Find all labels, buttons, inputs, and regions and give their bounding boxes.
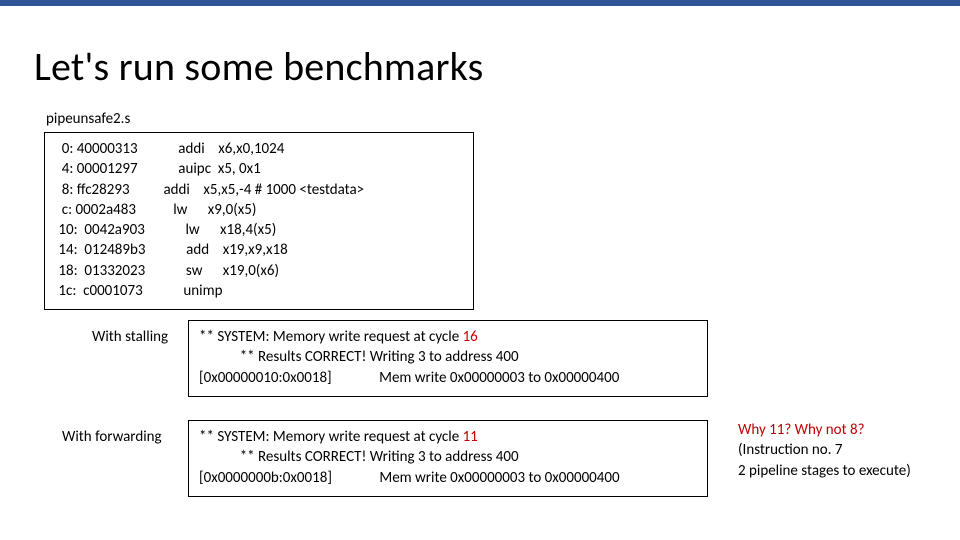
- stalling-result-box: ** SYSTEM: Memory write request at cycle…: [188, 320, 708, 397]
- forwarding-result-box: ** SYSTEM: Memory write request at cycle…: [188, 420, 708, 497]
- cycle-highlight: 11: [463, 428, 478, 446]
- result-line: ** SYSTEM: Memory write request at cycle…: [199, 327, 697, 347]
- result-line: ** Results CORRECT! Writing 3 to address…: [199, 447, 697, 467]
- result-line: [0x00000010:0x0018] Mem write 0x00000003…: [199, 368, 697, 388]
- result-line: [0x0000000b:0x0018] Mem write 0x00000003…: [199, 468, 697, 488]
- code-filename: pipeunsafe2.s: [46, 110, 130, 128]
- side-note: Why 11? Why not 8? (Instruction no. 7 2 …: [738, 420, 948, 481]
- code-line: 10: 0042a903 lw x18,4(x5): [55, 220, 463, 240]
- code-line: 8: ffc28293 addi x5,x5,-4 # 1000 <testda…: [55, 180, 463, 200]
- cycle-highlight: 16: [463, 328, 478, 346]
- code-line: 4: 00001297 auipc x5, 0x1: [55, 159, 463, 179]
- label-with-stalling: With stalling: [92, 328, 168, 346]
- label-with-forwarding: With forwarding: [62, 428, 162, 446]
- code-line: 14: 012489b3 add x19,x9,x18: [55, 240, 463, 260]
- result-text: ** SYSTEM: Memory write request at cycle: [199, 328, 463, 346]
- note-answer-line: (Instruction no. 7: [738, 440, 948, 460]
- result-line: ** Results CORRECT! Writing 3 to address…: [199, 347, 697, 367]
- code-line: 18: 01332023 sw x19,0(x6): [55, 261, 463, 281]
- slide-title: Let's run some benchmarks: [34, 42, 483, 91]
- note-question: Why 11? Why not 8?: [738, 420, 948, 440]
- slide-accent-bar: [0, 0, 960, 6]
- code-line: c: 0002a483 lw x9,0(x5): [55, 200, 463, 220]
- result-text: ** SYSTEM: Memory write request at cycle: [199, 428, 463, 446]
- code-line: 0: 40000313 addi x6,x0,1024: [55, 139, 463, 159]
- code-listing-box: 0: 40000313 addi x6,x0,1024 4: 00001297 …: [44, 132, 474, 310]
- slide: Let's run some benchmarks pipeunsafe2.s …: [0, 0, 960, 540]
- code-line: 1c: c0001073 unimp: [55, 281, 463, 301]
- result-line: ** SYSTEM: Memory write request at cycle…: [199, 427, 697, 447]
- note-answer-line: 2 pipeline stages to execute): [738, 461, 948, 481]
